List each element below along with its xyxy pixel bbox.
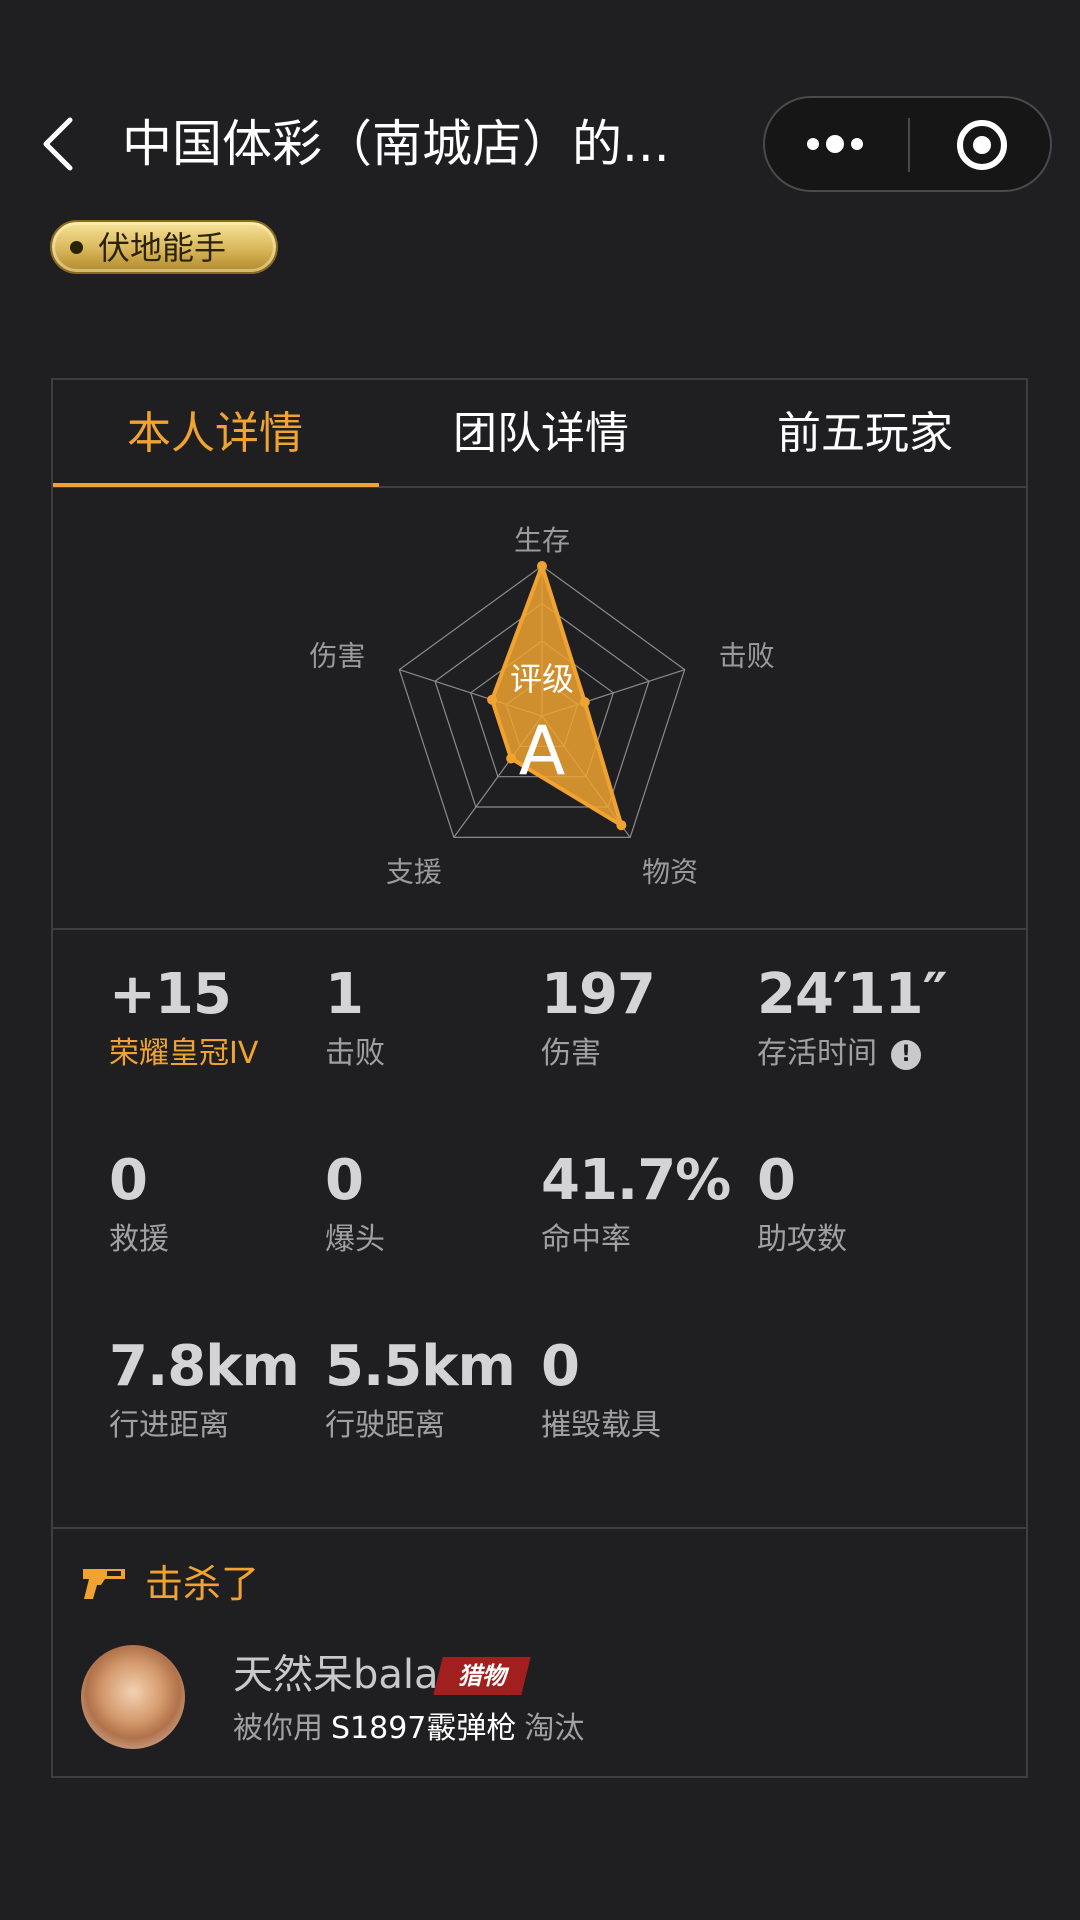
more-button[interactable] — [765, 98, 909, 190]
prey-tag-label: 猎物 — [458, 1662, 506, 1690]
tab-bar: 本人详情 团队详情 前五玩家 — [53, 380, 1026, 488]
stat-label: 助攻数 — [757, 1222, 847, 1257]
capsule-menu — [763, 96, 1052, 192]
kill-prefix: 被你用 — [233, 1711, 323, 1746]
more-dots-icon — [807, 135, 863, 153]
page-title: 中国体彩（南城店）的... — [122, 115, 670, 173]
tab-top-five[interactable]: 前五玩家 — [703, 380, 1027, 486]
stat-accuracy: 41.7% 命中率 — [541, 1146, 751, 1260]
kill-description: 被你用 S1897霰弹枪 淘汰 — [233, 1707, 584, 1751]
target-close-icon — [957, 120, 1007, 170]
stat-damage: 197 伤害 — [541, 960, 751, 1074]
title-badge: 伏地能手 — [50, 220, 278, 274]
stat-label: 摧毁载具 — [541, 1408, 661, 1443]
radar-axis-label: 物资 — [642, 855, 698, 888]
stat-kills: 1 击败 — [325, 960, 535, 1074]
stat-value: 0 — [541, 1334, 580, 1399]
stat-label: 爆头 — [325, 1222, 385, 1257]
avatar[interactable] — [81, 1645, 185, 1749]
stat-value: 0 — [757, 1148, 796, 1213]
radar-axis-label: 伤害 — [309, 640, 365, 673]
stat-value: 0 — [109, 1148, 148, 1213]
rating-grade: A — [519, 712, 566, 791]
radar-chart: 生存击败物资 支援 伤害评级 A — [309, 524, 775, 888]
radar-data-point — [487, 694, 498, 705]
stat-vehicles-destroyed: 0 摧毁载具 — [541, 1332, 751, 1446]
stat-value: 7.8km — [109, 1334, 300, 1399]
weapon-name: S1897霰弹枪 — [331, 1711, 517, 1746]
stat-label-row: 存活时间! — [757, 1034, 997, 1074]
stat-label: 存活时间 — [757, 1036, 877, 1071]
tab-team[interactable]: 团队详情 — [379, 380, 703, 486]
badge-label: 伏地能手 — [98, 229, 227, 267]
stat-label: 命中率 — [541, 1222, 631, 1257]
radar-axis-label: 支援 — [386, 855, 442, 888]
stat-value: 1 — [325, 962, 364, 1027]
close-button[interactable] — [911, 98, 1052, 190]
badge-dot — [70, 241, 83, 254]
stat-revives: 0 救援 — [109, 1146, 319, 1260]
kill-title: 击杀了 — [145, 1562, 260, 1606]
stat-label: 伤害 — [541, 1036, 601, 1071]
stat-value: 24′11″ — [757, 962, 948, 1027]
radar-axis-label: 生存 — [514, 524, 570, 557]
stat-label: 击败 — [325, 1036, 385, 1071]
pistol-icon — [83, 1569, 125, 1599]
stat-assists: 0 助攻数 — [757, 1146, 967, 1260]
kill-suffix: 淘汰 — [524, 1711, 585, 1746]
stat-value: 0 — [325, 1148, 364, 1213]
stat-drive-distance: 5.5km 行驶距离 — [325, 1332, 535, 1446]
back-button[interactable] — [36, 112, 84, 176]
stat-value: 197 — [541, 962, 656, 1027]
stat-survival-time: 24′11″ 存活时间! — [757, 960, 997, 1074]
radar-data-point — [537, 561, 547, 571]
kill-section: 击杀了 天然呆bala 猎物 被你用 S1897霰弹枪 淘汰 — [53, 1527, 1026, 1777]
rating-label: 评级 — [510, 660, 574, 698]
stat-value: 41.7% — [541, 1148, 731, 1213]
radar-section: 生存击败物资 支援 伤害评级 A — [53, 490, 1026, 930]
tab-underline — [53, 483, 379, 487]
radar-axis-label: 击败 — [719, 640, 775, 673]
capsule-divider — [908, 118, 910, 172]
chevron-left-icon — [43, 117, 73, 171]
radar-data-point — [616, 820, 627, 831]
info-icon[interactable]: ! — [891, 1039, 921, 1070]
stat-headshots: 0 爆头 — [325, 1146, 535, 1260]
stat-value: 5.5km — [325, 1334, 516, 1399]
stat-label: 行驶距离 — [325, 1408, 445, 1443]
stat-label: 救援 — [109, 1222, 169, 1257]
tab-personal[interactable]: 本人详情 — [53, 380, 377, 486]
match-detail-card: 本人详情 团队详情 前五玩家 生存 击败 物资 支援 伤害 评级 A +15 荣耀皇冠IV … — [51, 378, 1028, 1778]
radar-data-point — [506, 753, 517, 764]
stat-walk-distance: 7.8km 行进距离 — [109, 1332, 319, 1446]
radar-data-point — [579, 697, 590, 708]
stat-value: +15 — [109, 962, 232, 1027]
prey-tag: 猎物 — [433, 1657, 531, 1695]
stat-rank-points: +15 荣耀皇冠IV — [109, 960, 319, 1074]
stat-label: 荣耀皇冠IV — [109, 1036, 259, 1071]
mini-program-header: 中国体彩（南城店）的... — [0, 0, 1080, 200]
stat-label: 行进距离 — [109, 1408, 229, 1443]
victim-name[interactable]: 天然呆bala — [233, 1649, 439, 1701]
